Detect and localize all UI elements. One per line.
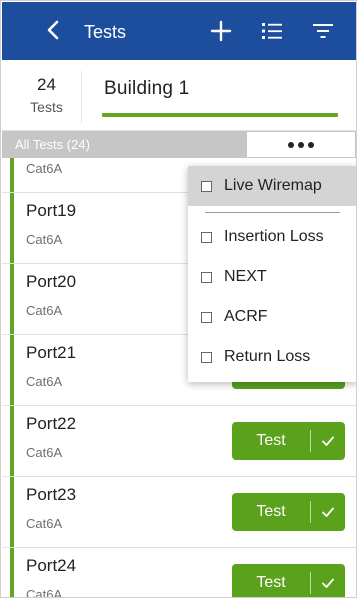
summary-header: 24 Tests Building 1 — [2, 61, 356, 131]
app-bar: Tests — [2, 2, 356, 60]
status-stripe — [10, 335, 14, 405]
list-icon[interactable] — [261, 20, 283, 42]
test-button[interactable]: Test — [232, 564, 345, 597]
menu-item-next[interactable]: NEXT — [188, 257, 356, 297]
test-count-label: Tests — [30, 99, 63, 115]
check-icon[interactable] — [311, 564, 345, 597]
test-button[interactable]: Test — [232, 422, 345, 460]
more-options-button[interactable] — [246, 131, 356, 158]
more-horizontal-icon — [298, 141, 304, 148]
menu-divider — [205, 212, 340, 213]
project-title[interactable]: Building 1 — [104, 78, 189, 100]
status-stripe — [10, 264, 14, 334]
status-stripe — [10, 193, 14, 263]
menu-item-label: Return Loss — [224, 348, 311, 365]
test-button-label: Test — [256, 503, 286, 520]
test-count: 24 — [37, 75, 56, 94]
status-stripe — [10, 406, 14, 476]
menu-item-label: ACRF — [224, 308, 268, 325]
menu-item-live-wiremap[interactable]: Live Wiremap — [188, 166, 356, 206]
status-stripe — [10, 477, 14, 547]
menu-item-insertion-loss[interactable]: Insertion Loss — [188, 217, 356, 257]
cable-type: Cat6A — [26, 303, 63, 318]
cable-type: Cat6A — [26, 516, 63, 531]
list-item[interactable]: Port22 Cat6A Test — [2, 406, 356, 477]
port-name: Port20 — [26, 272, 77, 291]
list-item[interactable]: Port24 Cat6A Test — [2, 548, 356, 598]
screen: Tests 24 Tests Building 1 All Tests (24)… — [0, 0, 357, 598]
test-button-label: Test — [256, 432, 286, 449]
checkbox[interactable] — [201, 231, 212, 243]
cable-type: Cat6A — [26, 232, 63, 247]
all-tests-label[interactable]: All Tests (24) — [15, 137, 90, 152]
port-name: Port22 — [26, 414, 77, 433]
add-plus-icon[interactable] — [208, 18, 234, 44]
status-stripe — [10, 548, 14, 597]
menu-item-return-loss[interactable]: Return Loss — [188, 337, 356, 377]
check-icon[interactable] — [311, 493, 345, 531]
menu-item-label: Insertion Loss — [224, 228, 324, 245]
checkbox[interactable] — [201, 351, 212, 363]
list-item[interactable]: Port23 Cat6A Test — [2, 477, 356, 548]
test-button-label: Test — [256, 574, 286, 591]
checkbox[interactable] — [201, 180, 212, 192]
more-horizontal-icon — [308, 141, 314, 148]
test-button[interactable]: Test — [232, 493, 345, 531]
port-name: Port19 — [26, 201, 77, 220]
page-title: Tests — [84, 22, 127, 42]
cable-type: Cat6A — [26, 374, 63, 389]
port-name: Port23 — [26, 485, 77, 504]
list-toolbar: All Tests (24) — [2, 131, 356, 158]
back-chevron-icon[interactable] — [42, 18, 66, 42]
cable-type: Cat6A — [26, 445, 63, 460]
cable-type: Cat6A — [26, 587, 63, 598]
menu-item-acrf[interactable]: ACRF — [188, 297, 356, 337]
checkbox[interactable] — [201, 271, 212, 283]
status-stripe — [10, 158, 14, 192]
test-type-menu: Live Wiremap Insertion Loss NEXT ACRF Re… — [188, 166, 356, 382]
menu-item-label: Live Wiremap — [224, 177, 322, 194]
menu-item-label: NEXT — [224, 268, 267, 285]
port-name: Port21 — [26, 343, 77, 362]
port-name: Port24 — [26, 556, 77, 575]
cable-type: Cat6A — [26, 161, 63, 176]
project-underline — [102, 113, 338, 117]
filter-icon[interactable] — [312, 20, 334, 42]
test-count-box: 24 Tests — [12, 71, 82, 123]
checkbox[interactable] — [201, 311, 212, 323]
more-horizontal-icon — [288, 141, 294, 148]
check-icon[interactable] — [311, 422, 345, 460]
